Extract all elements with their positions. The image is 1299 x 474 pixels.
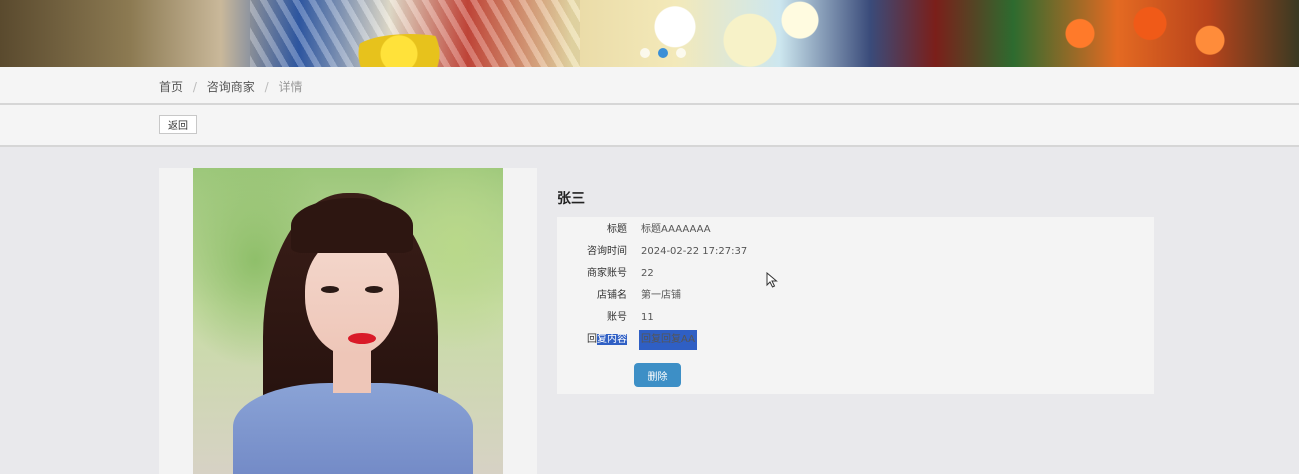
reply-label-selected: 复内容 xyxy=(597,334,627,345)
banner-image-detail xyxy=(355,34,465,67)
photo-eye xyxy=(321,286,339,293)
field-label: 咨询时间 xyxy=(587,246,627,257)
photo-lips xyxy=(348,333,376,344)
field-label: 回复内容 xyxy=(587,330,627,350)
photo-shirt xyxy=(233,383,473,474)
banner-image-detail xyxy=(600,0,850,67)
field-label: 商家账号 xyxy=(587,268,627,279)
photo-eye xyxy=(365,286,383,293)
photo-bangs xyxy=(291,198,413,253)
breadcrumb-current: 详情 xyxy=(278,80,303,94)
banner-carousel[interactable] xyxy=(0,0,1299,67)
mouse-pointer-icon xyxy=(766,272,778,288)
detail-panel: 标题 标题AAAAAAA 咨询时间 2024-02-22 17:27:37 商家… xyxy=(557,217,1154,394)
field-label: 标题 xyxy=(607,224,627,235)
detail-name: 张三 xyxy=(557,191,585,207)
field-value: 标题AAAAAAA xyxy=(641,224,711,235)
detail-row-merchant-account: 商家账号 22 xyxy=(557,264,1154,284)
breadcrumb: 首页 / 咨询商家 / 详情 xyxy=(159,78,302,95)
detail-row-time: 咨询时间 2024-02-22 17:27:37 xyxy=(557,242,1154,262)
field-label: 账号 xyxy=(607,312,627,323)
carousel-dot-active[interactable] xyxy=(658,48,668,58)
toolbar: 返回 xyxy=(0,105,1299,147)
photo-panel xyxy=(159,168,537,474)
back-button[interactable]: 返回 xyxy=(159,115,197,134)
carousel-dot[interactable] xyxy=(640,48,650,58)
breadcrumb-separator: / xyxy=(192,80,197,94)
carousel-dot[interactable] xyxy=(676,48,686,58)
detail-row-account: 账号 11 xyxy=(557,308,1154,328)
reply-label-plain: 回 xyxy=(587,334,597,345)
profile-photo xyxy=(193,168,503,474)
detail-row-shop-name: 店铺名 第一店铺 xyxy=(557,286,1154,306)
reply-value: 回复回复AA xyxy=(639,330,697,350)
delete-button[interactable]: 删除 xyxy=(634,363,681,387)
field-value: 11 xyxy=(641,312,654,323)
breadcrumb-bar: 首页 / 咨询商家 / 详情 xyxy=(0,67,1299,105)
banner-image-detail xyxy=(1040,0,1240,67)
carousel-indicators xyxy=(640,48,686,58)
detail-row-reply: 回复内容 回复回复AA xyxy=(557,330,1154,350)
field-label: 店铺名 xyxy=(597,290,627,301)
field-value: 第一店铺 xyxy=(641,290,681,301)
breadcrumb-home[interactable]: 首页 xyxy=(159,80,183,94)
field-value: 22 xyxy=(641,268,654,279)
field-value: 2024-02-22 17:27:37 xyxy=(641,246,748,257)
breadcrumb-section[interactable]: 咨询商家 xyxy=(207,80,255,94)
breadcrumb-separator: / xyxy=(264,80,269,94)
detail-row-title: 标题 标题AAAAAAA xyxy=(557,220,1154,240)
